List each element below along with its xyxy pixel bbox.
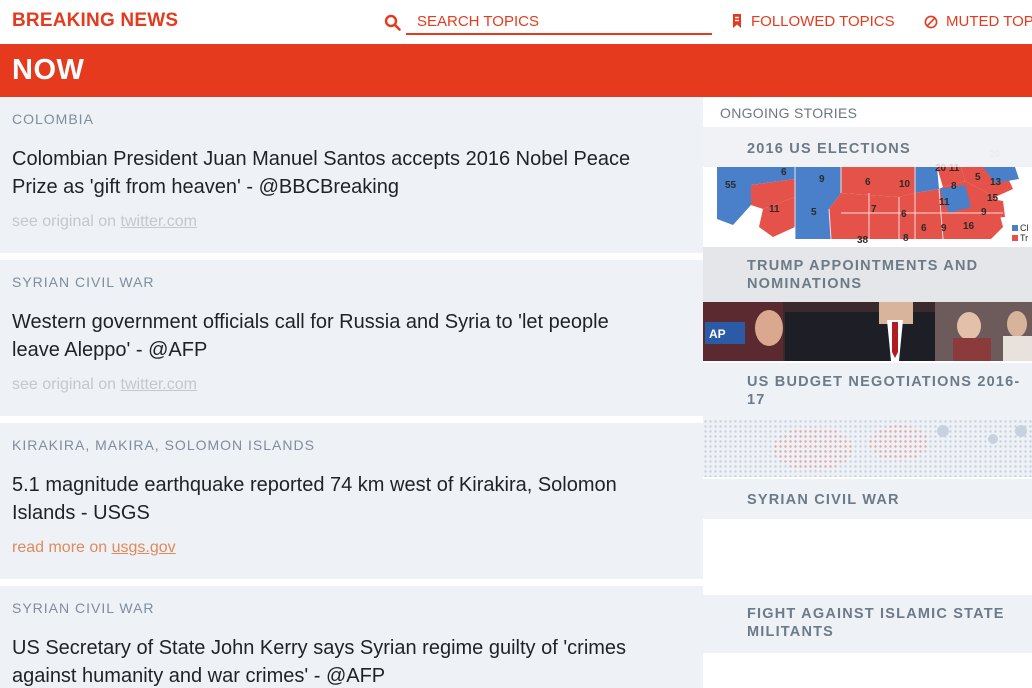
- map-number: 6: [865, 177, 871, 188]
- map-number: 9: [819, 174, 825, 185]
- map-number: 7: [871, 204, 877, 215]
- rally-photo-image: AP: [703, 302, 1032, 361]
- map-number: 6: [921, 223, 927, 234]
- news-item: SYRIAN CIVIL WAR Western government offi…: [0, 260, 703, 416]
- followed-topics-link[interactable]: FOLLOWED TOPICS: [731, 13, 895, 30]
- news-item: KIRAKIRA, MAKIRA, SOLOMON ISLANDS 5.1 ma…: [0, 423, 703, 579]
- story-source: see original on twitter.com: [12, 376, 197, 394]
- map-number: 15: [987, 193, 999, 204]
- map-number: 5: [975, 172, 981, 183]
- news-item: COLOMBIA Colombian President Juan Manuel…: [0, 97, 703, 253]
- map-number: 8: [903, 233, 909, 244]
- ongoing-story-syrian-civil-war[interactable]: SYRIAN CIVIL WAR: [703, 479, 1032, 593]
- story-headline: US Secretary of State John Kerry says Sy…: [12, 637, 627, 687]
- now-banner: NOW: [0, 44, 1032, 97]
- story-source: see original on twitter.com: [12, 213, 197, 231]
- map-number: 6: [781, 167, 787, 178]
- ongoing-story-us-budget[interactable]: US BUDGET NEGOTIATIONS 2016-17: [703, 363, 1032, 477]
- blocked-icon: [924, 15, 938, 29]
- now-title: NOW: [12, 54, 85, 86]
- map-legend-label: Cl: [1020, 223, 1029, 233]
- story-headline: Western government officials call for Ru…: [12, 311, 609, 361]
- search-input[interactable]: [406, 9, 712, 35]
- map-number: 5: [811, 207, 817, 218]
- story-source: read more on usgs.gov: [12, 539, 176, 557]
- ongoing-story-trump-appointments[interactable]: AP TRUMP APPOINTMENTS AND NOMINATIONS: [703, 247, 1032, 361]
- map-number: 16: [963, 221, 975, 232]
- ongoing-story-islamic-state[interactable]: FIGHT AGAINST ISLAMIC STATE MILITANTS: [703, 595, 1032, 688]
- ongoing-story-label: 2016 US ELECTIONS: [747, 141, 911, 157]
- search-icon[interactable]: [384, 14, 402, 32]
- map-legend-label: Tr: [1020, 233, 1028, 243]
- followed-topics-label: FOLLOWED TOPICS: [751, 13, 895, 30]
- brand-title[interactable]: BREAKING NEWS: [12, 10, 178, 32]
- ongoing-story-label: TRUMP APPOINTMENTS AND NOMINATIONS: [747, 258, 979, 292]
- bookmark-icon: [733, 14, 741, 28]
- map-number: 13: [990, 177, 1002, 188]
- news-item: SYRIAN CIVIL WAR US Secretary of State J…: [0, 586, 703, 688]
- map-number: 10: [899, 179, 911, 190]
- source-link[interactable]: usgs.gov: [112, 539, 176, 556]
- map-number: 55: [725, 180, 737, 191]
- source-link[interactable]: twitter.com: [121, 376, 197, 393]
- source-prefix: see original on: [12, 376, 121, 393]
- story-headline: Colombian President Juan Manuel Santos a…: [12, 148, 631, 198]
- ongoing-story-label: US BUDGET NEGOTIATIONS 2016-17: [747, 374, 1021, 408]
- map-number: 11: [939, 197, 950, 208]
- map-number: 9: [941, 223, 947, 234]
- map-number: 38: [857, 235, 869, 245]
- story-topic[interactable]: SYRIAN CIVIL WAR: [12, 600, 155, 616]
- source-prefix: see original on: [12, 213, 121, 230]
- story-topic[interactable]: COLOMBIA: [12, 111, 94, 127]
- ongoing-stories-sidebar: ONGOING STORIES 55 6 9 6 10 8 5 13 11 5 …: [703, 97, 1032, 688]
- search-bar: [382, 9, 712, 35]
- story-topic[interactable]: KIRAKIRA, MAKIRA, SOLOMON ISLANDS: [12, 437, 315, 453]
- map-number: 8: [951, 181, 957, 192]
- map-number: 11: [769, 204, 780, 215]
- story-topic[interactable]: SYRIAN CIVIL WAR: [12, 274, 155, 290]
- ongoing-story-label: SYRIAN CIVIL WAR: [747, 492, 900, 508]
- map-number: 6: [901, 209, 907, 220]
- muted-topics-label: MUTED TOPICS: [946, 13, 1032, 30]
- story-headline: 5.1 magnitude earthquake reported 74 km …: [12, 474, 617, 524]
- news-feed: COLOMBIA Colombian President Juan Manuel…: [0, 97, 703, 688]
- map-number: 9: [981, 207, 987, 218]
- muted-topics-link[interactable]: MUTED TOPICS: [924, 13, 1032, 30]
- svg-text:AP: AP: [709, 327, 726, 341]
- ongoing-story-us-elections[interactable]: 55 6 9 6 10 8 5 13 11 5 7 6 11 15 6 9 16…: [703, 127, 1032, 245]
- top-bar: BREAKING NEWS FOLLOWED TOPICS MUTED TOPI…: [0, 0, 1032, 44]
- ongoing-story-label: FIGHT AGAINST ISLAMIC STATE MILITANTS: [747, 606, 1005, 640]
- sidebar-heading: ONGOING STORIES: [720, 105, 858, 121]
- source-link[interactable]: twitter.com: [121, 213, 197, 230]
- source-prefix: read more on: [12, 539, 112, 556]
- dotted-map-image: [703, 419, 1032, 477]
